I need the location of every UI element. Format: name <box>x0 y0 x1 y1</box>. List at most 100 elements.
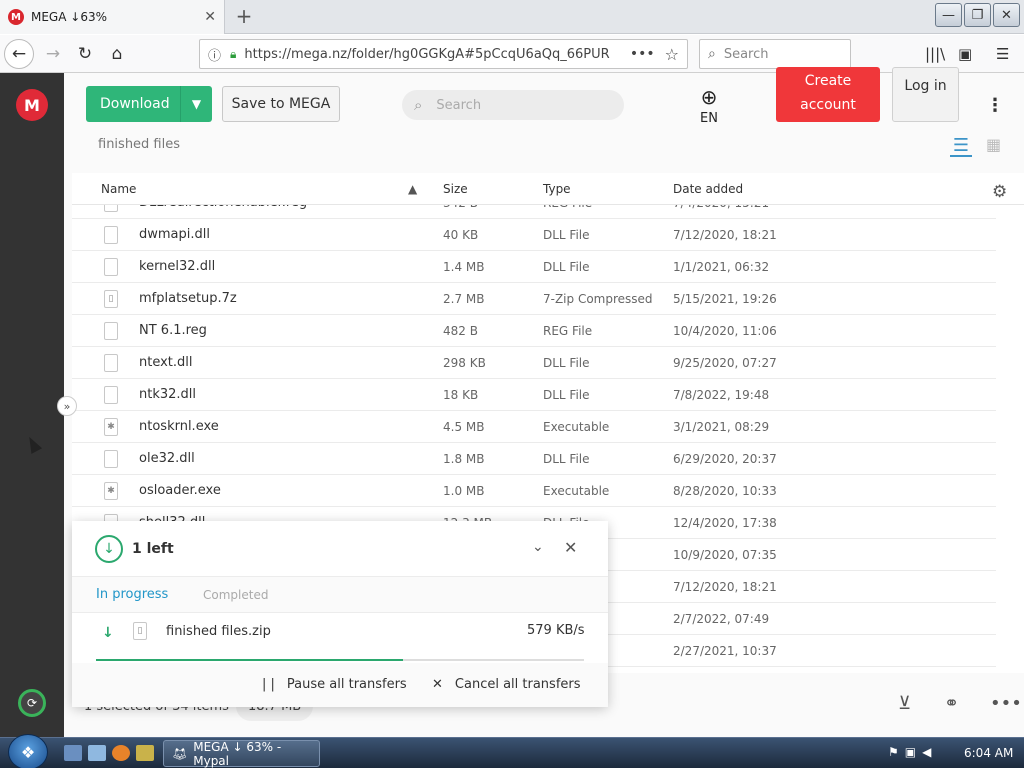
table-row[interactable]: ntext.dll 298 KB DLL File 9/25/2020, 07:27 <box>72 347 996 379</box>
grid-view-icon[interactable]: ▦ <box>986 135 1001 154</box>
lock-icon: 🔒︎ <box>230 46 237 61</box>
tab-completed[interactable]: Completed <box>203 588 268 602</box>
column-size[interactable]: Size <box>443 182 468 196</box>
file-type: DLL File <box>543 452 590 466</box>
info-icon[interactable]: ⓘ <box>208 45 224 64</box>
pause-all-label: Pause all transfers <box>286 677 407 692</box>
table-row[interactable]: ole32.dll 1.8 MB DLL File 6/29/2020, 20:37 <box>72 443 996 475</box>
archive-icon: ▯ <box>104 290 118 308</box>
create-account-label-1: Create <box>804 73 852 89</box>
create-account-label-2: account <box>800 97 856 113</box>
home-button[interactable]: ⌂ <box>102 39 132 69</box>
start-button[interactable]: ❖ <box>8 734 48 768</box>
file-type: Executable <box>543 484 610 498</box>
file-date: 6/29/2020, 20:37 <box>673 452 777 466</box>
file-date: 9/25/2020, 07:27 <box>673 356 777 370</box>
create-account-button[interactable]: Create account <box>776 67 880 122</box>
minimize-button[interactable]: — <box>935 3 962 27</box>
cancel-all-label: Cancel all transfers <box>454 677 581 692</box>
pause-all-button[interactable]: | | Pause all transfers <box>262 677 407 692</box>
list-view-icon[interactable]: ☰ <box>950 135 972 157</box>
download-circle-icon[interactable]: ⊻ <box>898 693 911 714</box>
search-icon: ⌕ <box>414 96 423 114</box>
explorer-icon[interactable] <box>88 745 106 761</box>
chevron-down-icon[interactable]: ⌄ <box>532 539 544 555</box>
file-name: ntoskrnl.exe <box>139 419 219 434</box>
file-size: 4.5 MB <box>443 420 485 434</box>
mega-sidebar: M ⟳ <box>0 73 64 737</box>
menu-icon[interactable]: ☰ <box>996 45 1009 63</box>
file-name: ole32.dll <box>139 451 195 466</box>
mega-logo-icon[interactable]: M <box>16 89 48 121</box>
table-row[interactable]: ✱ ntoskrnl.exe 4.5 MB Executable 3/1/2021, 0… <box>72 411 996 443</box>
transfer-item[interactable]: ↓ ▯ finished files.zip 579 KB/s <box>72 613 608 663</box>
file-date: 8/28/2020, 10:33 <box>673 484 777 498</box>
sidebar-toggle-icon[interactable]: ▣ <box>958 45 972 63</box>
chevron-down-icon[interactable]: ▼ <box>180 86 212 122</box>
table-row[interactable]: ntk32.dll 18 KB DLL File 7/8/2022, 19:48 <box>72 379 996 411</box>
back-button[interactable]: ← <box>4 39 34 69</box>
language-selector[interactable]: ⊕ EN <box>692 85 726 126</box>
transfer-panel: ↓ 1 left ⌄ ✕ In progress Completed ↓ ▯ f… <box>72 521 608 707</box>
login-button[interactable]: Log in <box>892 67 959 122</box>
close-tab-icon[interactable]: ✕ <box>204 9 216 25</box>
table-row[interactable]: NT 6.1.reg 482 B REG File 10/4/2020, 11:06 <box>72 315 996 347</box>
new-tab-button[interactable]: + <box>232 4 256 28</box>
display-icon[interactable]: ▣ <box>905 745 916 759</box>
url-text[interactable]: https://mega.nz/folder/hg0GGKgA#5pCcqU6a… <box>244 47 621 62</box>
breadcrumb[interactable]: finished files <box>98 137 180 152</box>
mypal-icon[interactable] <box>136 745 154 761</box>
column-date[interactable]: Date added <box>673 182 743 196</box>
network-icon[interactable]: ⚑ <box>888 745 899 759</box>
file-date: 2/27/2021, 10:37 <box>673 644 777 658</box>
file-date: 3/1/2021, 08:29 <box>673 420 770 434</box>
table-row[interactable]: dwmapi.dll 40 KB DLL File 7/12/2020, 18:21 <box>72 219 996 251</box>
download-button[interactable]: Download ▼ <box>86 86 212 122</box>
address-bar[interactable]: ⓘ 🔒︎ https://mega.nz/folder/hg0GGKgA#5pC… <box>199 39 688 69</box>
expand-sidebar-icon[interactable]: » <box>57 396 77 416</box>
maximize-button[interactable]: ❐ <box>964 3 991 27</box>
firefox-icon[interactable] <box>112 745 130 761</box>
close-window-button[interactable]: ✕ <box>993 3 1020 27</box>
show-desktop-icon[interactable] <box>64 745 82 761</box>
link-icon[interactable]: ⚭ <box>944 693 959 714</box>
more-options-icon[interactable]: ⋮ <box>986 95 1004 116</box>
tab-in-progress[interactable]: In progress <box>96 587 168 602</box>
gear-icon[interactable]: ⚙ <box>992 182 1007 202</box>
sync-icon[interactable]: ⟳ <box>18 689 46 717</box>
search-icon: ⌕ <box>708 46 716 62</box>
browser-tab[interactable]: M MEGA ↓63% ✕ <box>0 0 225 34</box>
library-icon[interactable]: |||\ <box>925 45 945 63</box>
reload-button[interactable]: ↻ <box>70 39 100 69</box>
sort-ascending-icon[interactable]: ▲ <box>408 182 417 196</box>
download-arrow-icon: ↓ <box>95 535 123 563</box>
column-name[interactable]: Name <box>101 182 136 196</box>
file-date: 12/4/2020, 17:38 <box>673 516 777 530</box>
cancel-all-button[interactable]: ✕ Cancel all transfers <box>432 677 581 692</box>
browser-tab-bar: M MEGA ↓63% ✕ + — ❐ ✕ <box>0 0 1024 34</box>
file-size: 40 KB <box>443 228 479 242</box>
column-type[interactable]: Type <box>543 182 571 196</box>
archive-icon: ▯ <box>133 622 147 640</box>
file-size: 2.7 MB <box>443 292 485 306</box>
mega-search-placeholder: Search <box>436 97 482 113</box>
close-icon[interactable]: ✕ <box>564 538 577 557</box>
windows-taskbar: ❖ 🦊︎ MEGA ↓ 63% - Mypal ⚑ ▣ ◀ 6:04 AM <box>0 734 1024 768</box>
bookmark-star-icon[interactable]: ☆ <box>665 45 679 64</box>
taskbar-mypal-window[interactable]: 🦊︎ MEGA ↓ 63% - Mypal <box>163 740 320 768</box>
browser-search-input[interactable]: ⌕ Search <box>699 39 851 69</box>
file-icon <box>104 322 118 340</box>
page-actions-icon[interactable]: ••• <box>630 46 655 62</box>
transfer-tabs: In progress Completed <box>72 577 608 613</box>
volume-icon[interactable]: ◀ <box>922 745 931 759</box>
file-icon <box>104 258 118 276</box>
table-row[interactable]: ✱ osloader.exe 1.0 MB Executable 8/28/2020, … <box>72 475 996 507</box>
clock[interactable]: 6:04 AM <box>964 746 1013 760</box>
mega-search-input[interactable]: ⌕ Search <box>402 90 624 120</box>
transfer-header: ↓ 1 left ⌄ ✕ <box>72 521 608 577</box>
save-to-mega-button[interactable]: Save to MEGA <box>222 86 340 122</box>
table-row[interactable]: kernel32.dll 1.4 MB DLL File 1/1/2021, 06:3… <box>72 251 996 283</box>
forward-button[interactable]: → <box>38 39 68 69</box>
more-icon[interactable]: ••• <box>990 693 1022 714</box>
table-row[interactable]: ▯ mfplatsetup.7z 2.7 MB 7-Zip Compressed 5/1… <box>72 283 996 315</box>
